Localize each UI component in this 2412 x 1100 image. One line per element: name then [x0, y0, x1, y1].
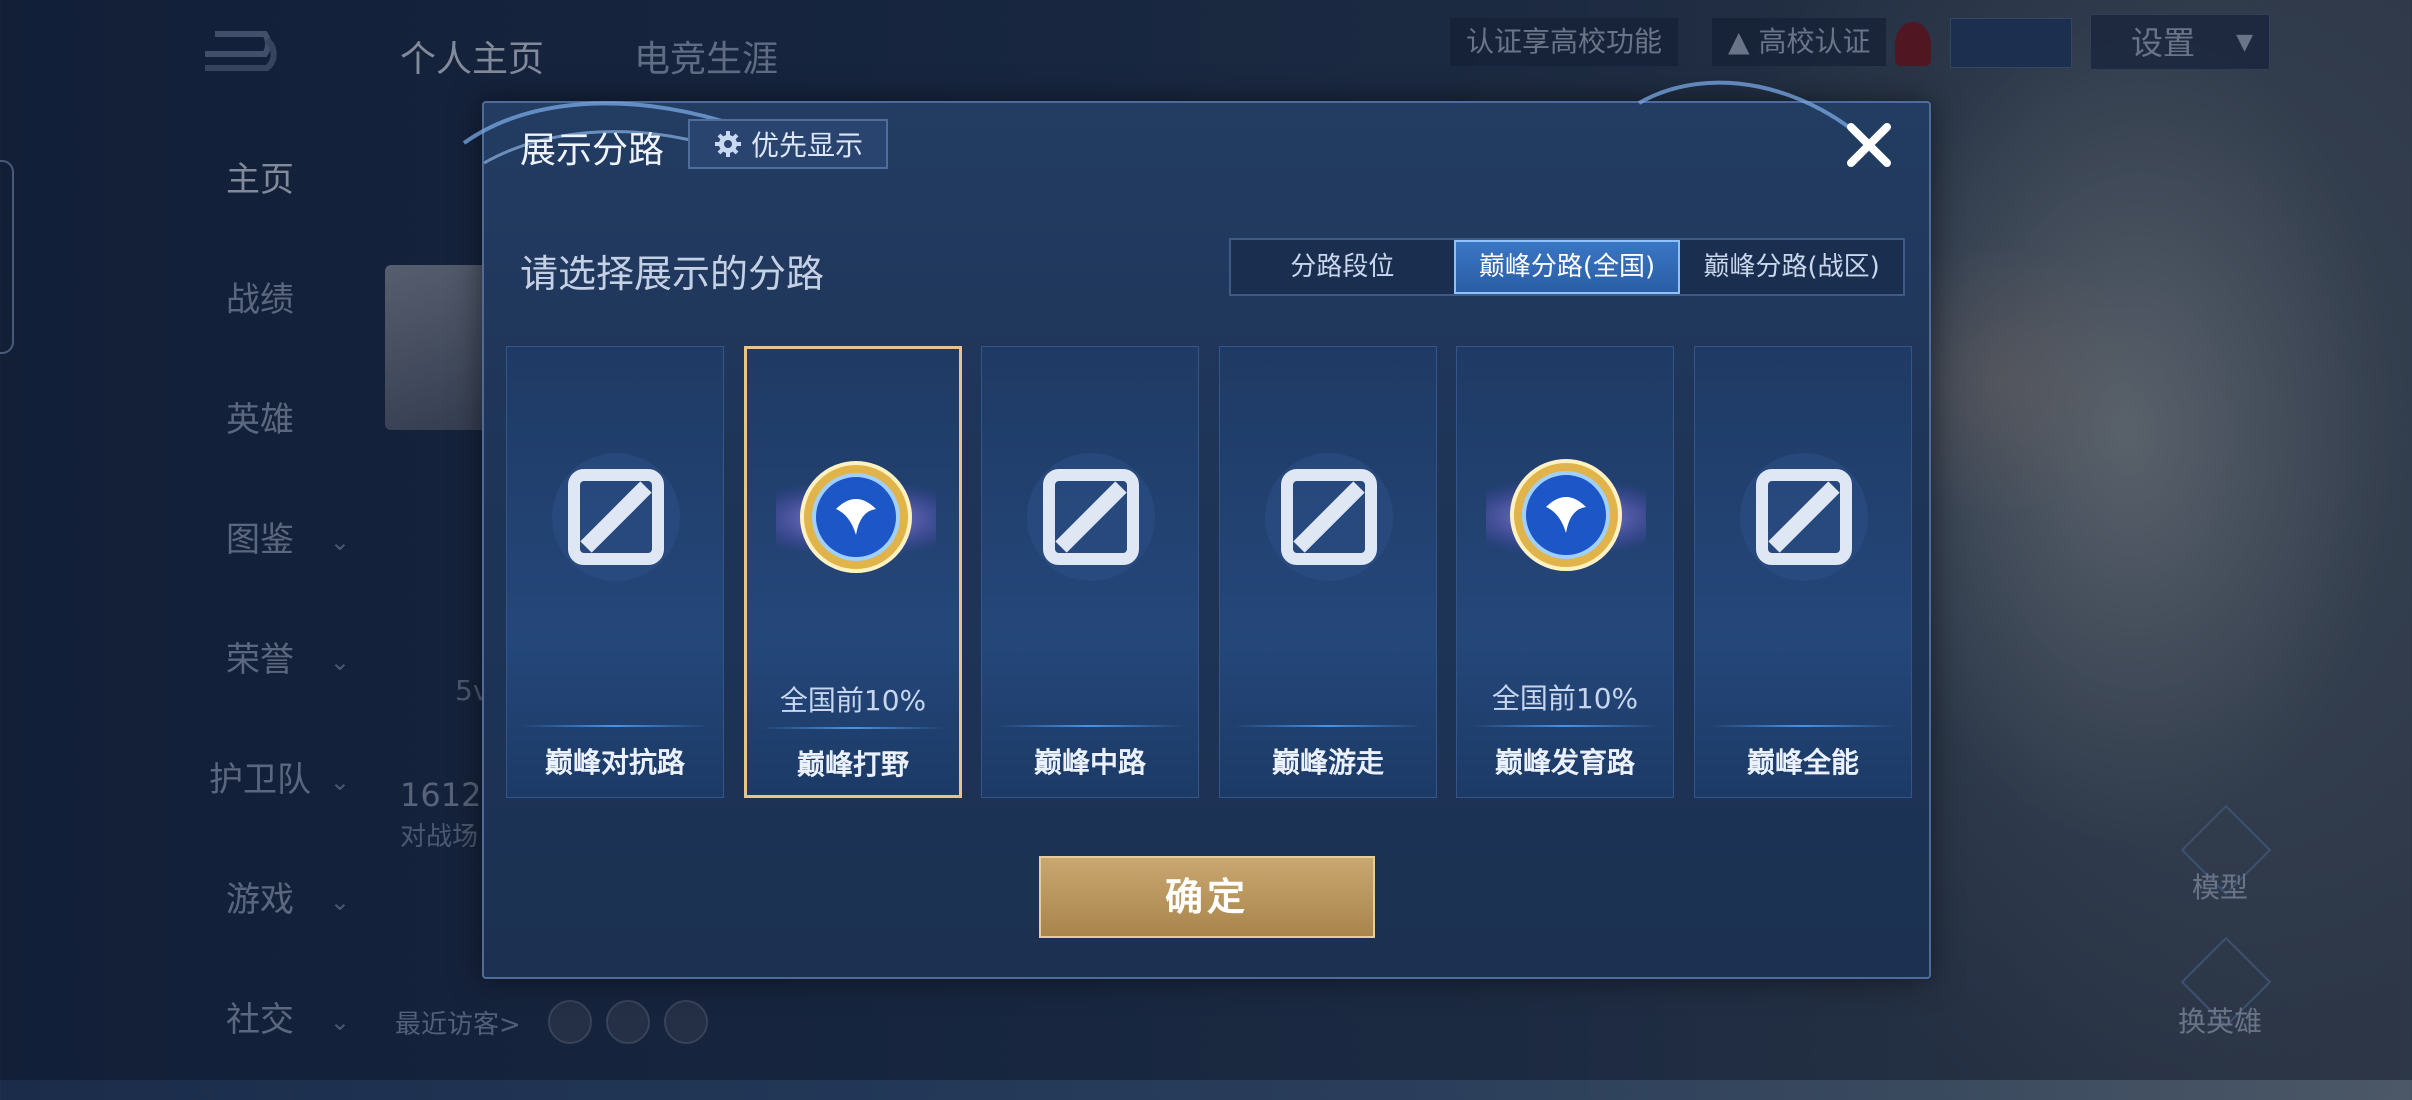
lane-card[interactable]: 全国前10% 巅峰发育路: [1446, 346, 1686, 798]
all-round-icon: [1724, 437, 1884, 597]
close-icon[interactable]: [1839, 115, 1899, 175]
divider: [761, 727, 945, 729]
farm-lane-emblem-icon: [1446, 437, 1686, 597]
lane-card[interactable]: 巅峰中路: [981, 346, 1199, 798]
lane-cards: 巅峰对抗路 全国前10% 巅峰打野 巅峰中路 巅峰游走 全国前10% 巅峰发育路 巅峰全能: [506, 346, 1912, 798]
dialog-subtitle: 请选择展示的分路: [520, 252, 825, 296]
clash-lane-icon: [536, 437, 696, 597]
segment-option[interactable]: 巅峰分路(战区): [1680, 240, 1903, 294]
lane-name: 巅峰发育路: [1494, 746, 1635, 779]
lane-name: 巅峰打野: [796, 748, 909, 781]
lane-name: 巅峰游走: [1271, 746, 1384, 779]
dialog-title: 展示分路: [520, 130, 665, 171]
lane-card[interactable]: 全国前10% 巅峰打野: [736, 346, 976, 798]
rank-percentile: 全国前10%: [779, 684, 927, 717]
lane-type-segmented-control: 分路段位 巅峰分路(全国) 巅峰分路(战区): [1229, 238, 1905, 296]
lane-name: 巅峰全能: [1746, 746, 1859, 779]
lane-card[interactable]: 巅峰全能: [1694, 346, 1912, 798]
roam-icon: [1249, 437, 1409, 597]
mid-lane-icon: [1011, 437, 1171, 597]
divider: [1709, 725, 1897, 727]
lane-name: 巅峰对抗路: [544, 746, 685, 779]
divider: [1234, 725, 1422, 727]
lane-card[interactable]: 巅峰游走: [1219, 346, 1437, 798]
divider: [1471, 725, 1659, 727]
rank-percentile: 全国前10%: [1491, 682, 1639, 715]
segment-option[interactable]: 巅峰分路(全国): [1453, 240, 1681, 294]
priority-display-button[interactable]: 优先显示: [688, 119, 888, 169]
confirm-button[interactable]: 确定: [1039, 856, 1375, 938]
segment-option[interactable]: 分路段位: [1231, 240, 1454, 294]
lane-name: 巅峰中路: [1033, 746, 1146, 779]
gear-icon: [714, 131, 741, 157]
divider: [996, 725, 1184, 727]
lane-card[interactable]: 巅峰对抗路: [506, 346, 724, 798]
lane-display-dialog: 展示分路 优先显示 请选择展示的分路 分路段位 巅峰分路(全国) 巅峰分路(战区) …: [462, 80, 1931, 979]
divider: [521, 725, 709, 727]
priority-label: 优先显示: [750, 129, 863, 162]
jungle-emblem-icon: [736, 439, 976, 599]
